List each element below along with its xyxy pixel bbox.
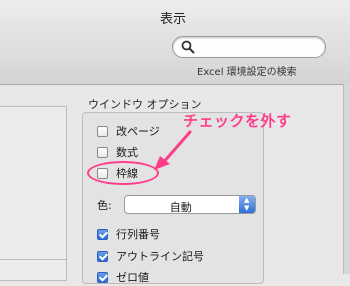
checkbox-row-outline-symbols[interactable]: アウトライン記号 xyxy=(97,247,204,265)
formulas-label: 数式 xyxy=(116,146,138,159)
color-select[interactable]: 自動 ▲ ▼ xyxy=(123,195,256,214)
formulas-checkbox[interactable] xyxy=(97,146,108,158)
checkbox-row-zero-values[interactable]: ゼロ値 xyxy=(97,268,149,286)
search-field[interactable] xyxy=(172,36,326,58)
annotation-arrow-icon xyxy=(154,130,192,170)
page-breaks-checkbox[interactable] xyxy=(97,125,108,137)
window-title: 表示 xyxy=(160,12,187,27)
zero-values-checkbox[interactable] xyxy=(97,271,108,283)
zero-values-label: ゼロ値 xyxy=(116,271,149,284)
left-pane xyxy=(0,106,67,260)
search-caption: Excel 環境設定の検索 xyxy=(197,67,297,78)
toolbar: 表示 Excel 環境設定の検索 xyxy=(0,0,350,85)
outline-symbols-label: アウトライン記号 xyxy=(116,250,204,263)
checkbox-row-headings[interactable]: 行列番号 xyxy=(97,225,160,243)
checkbox-row-formulas[interactable]: 数式 xyxy=(97,143,138,161)
headings-label: 行列番号 xyxy=(116,228,160,241)
annotation-ellipse xyxy=(87,161,159,185)
color-row: 色: 自動 ▲ ▼ xyxy=(97,195,256,214)
search-icon xyxy=(181,40,195,54)
annotation-text: チェックを外す xyxy=(183,112,292,130)
left-pane-lower xyxy=(0,259,67,281)
color-label: 色: xyxy=(97,198,112,212)
window-right-edge xyxy=(343,84,350,274)
outline-symbols-checkbox[interactable] xyxy=(97,250,108,262)
color-select-value: 自動 xyxy=(169,201,192,214)
headings-checkbox[interactable] xyxy=(97,228,108,240)
select-arrows-icon: ▲ ▼ xyxy=(238,196,255,213)
